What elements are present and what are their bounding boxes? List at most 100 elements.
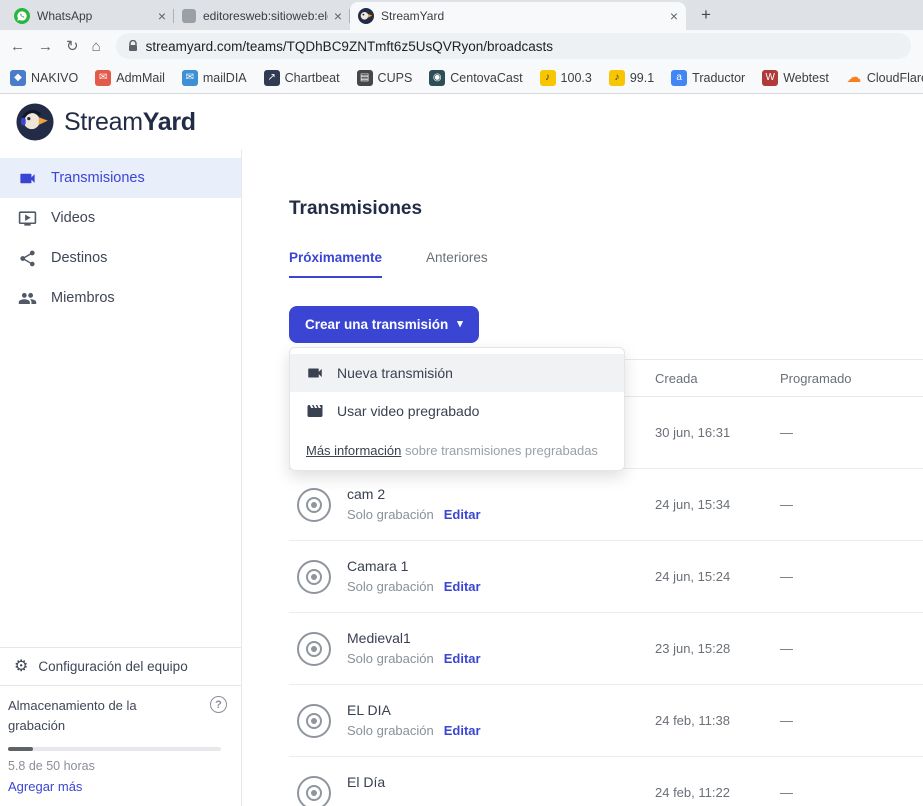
menu-item-video-pregrabado[interactable]: Usar video pregrabado bbox=[290, 392, 624, 430]
sidebar-item-destinos[interactable]: Destinos bbox=[0, 238, 241, 278]
tab-title: StreamYard bbox=[381, 9, 664, 23]
forward-icon[interactable]: → bbox=[38, 39, 53, 54]
edit-link[interactable]: Editar bbox=[444, 723, 481, 739]
centovacast-icon: ◉ bbox=[429, 70, 445, 86]
bookmark-chartbeat[interactable]: ↗Chartbeat bbox=[264, 70, 340, 86]
menu-item-label: Nueva transmisión bbox=[337, 365, 453, 381]
back-icon[interactable]: ← bbox=[10, 39, 25, 54]
scheduled-cell: — bbox=[780, 641, 923, 656]
table-row[interactable]: cam 2 Solo grabaciónEditar 24 jun, 15:34… bbox=[289, 469, 923, 541]
team-settings-label: Configuración del equipo bbox=[38, 659, 187, 674]
broadcast-subtitle: Solo grabación bbox=[347, 723, 434, 739]
new-tab-button[interactable]: + bbox=[694, 3, 718, 27]
bookmark-nakivo[interactable]: ◆ NAKIVO bbox=[10, 70, 78, 86]
tab-proximamente[interactable]: Próximamente bbox=[289, 250, 382, 278]
browser-window: WhatsApp × editoresweb:sitioweb:eldia.co… bbox=[0, 0, 923, 806]
record-icon bbox=[297, 632, 331, 666]
created-cell: 24 feb, 11:38 bbox=[655, 713, 780, 728]
close-icon[interactable]: × bbox=[334, 9, 342, 23]
broadcast-tabs: Próximamente Anteriores bbox=[289, 250, 923, 278]
create-broadcast-dropdown: Nueva transmisión Usar video pregrabado … bbox=[289, 347, 625, 471]
edit-link[interactable]: Editar bbox=[444, 651, 481, 667]
broadcast-subtitle: Solo grabación bbox=[347, 579, 434, 595]
sidebar-item-transmisiones[interactable]: Transmisiones bbox=[0, 158, 241, 198]
table-row[interactable]: El Día 24 feb, 11:22 — bbox=[289, 757, 923, 806]
tab-editoresweb[interactable]: editoresweb:sitioweb:eldia.co × bbox=[174, 2, 350, 30]
create-broadcast-button[interactable]: Crear una transmisión ▾ bbox=[289, 306, 479, 343]
add-more-link[interactable]: Agregar más bbox=[8, 779, 82, 794]
bookmark-label: CentovaCast bbox=[450, 71, 522, 85]
brand-stream: Stream bbox=[64, 108, 143, 136]
help-icon[interactable]: ? bbox=[210, 696, 227, 713]
dropdown-footer: Más información sobre transmisiones preg… bbox=[290, 430, 624, 460]
bookmark-webtest[interactable]: WWebtest bbox=[762, 70, 829, 86]
brand-wordmark: StreamYard bbox=[64, 108, 196, 137]
more-info-link[interactable]: Más información bbox=[306, 443, 401, 458]
bookmark-maildia[interactable]: ✉mailDIA bbox=[182, 70, 247, 86]
tab-streamyard[interactable]: StreamYard × bbox=[350, 2, 686, 30]
broadcast-title: El Día bbox=[347, 774, 385, 790]
scheduled-cell: — bbox=[780, 785, 923, 800]
table-row[interactable]: Camara 1 Solo grabaciónEditar 24 jun, 15… bbox=[289, 541, 923, 613]
scheduled-cell: — bbox=[780, 497, 923, 512]
bookmark-label: CloudFlare bbox=[867, 71, 923, 85]
sidebar-item-miembros[interactable]: Miembros bbox=[0, 278, 241, 318]
bookmark-traductor[interactable]: aTraductor bbox=[671, 70, 745, 86]
members-icon bbox=[18, 289, 37, 308]
broadcast-title: Camara 1 bbox=[347, 558, 481, 574]
close-icon[interactable]: × bbox=[158, 9, 166, 23]
sidebar-item-label: Miembros bbox=[51, 290, 115, 306]
edit-link[interactable]: Editar bbox=[444, 579, 481, 595]
lock-icon bbox=[128, 40, 138, 52]
bookmark-cloudflare[interactable]: ☁CloudFlare bbox=[846, 70, 923, 86]
storage-label: Almacenamiento de la grabación bbox=[8, 696, 163, 735]
sidebar-item-label: Transmisiones bbox=[51, 170, 145, 186]
tab-whatsapp[interactable]: WhatsApp × bbox=[6, 2, 174, 30]
bookmark-label: Webtest bbox=[783, 71, 829, 85]
sidebar-item-label: Videos bbox=[51, 210, 95, 226]
page-title: Transmisiones bbox=[289, 198, 923, 220]
header-scheduled: Programado bbox=[780, 371, 923, 386]
bookmark-100-3[interactable]: ♪100.3 bbox=[540, 70, 592, 86]
home-icon[interactable]: ⌂ bbox=[92, 39, 101, 54]
nakivo-icon: ◆ bbox=[10, 70, 26, 86]
bookmark-cups[interactable]: ▤CUPS bbox=[357, 70, 413, 86]
table-row[interactable]: Medieval1 Solo grabaciónEditar 23 jun, 1… bbox=[289, 613, 923, 685]
browser-toolbar: ← → ↻ ⌂ streamyard.com/teams/TQDhBC9ZNTm… bbox=[0, 30, 923, 62]
tab-title: editoresweb:sitioweb:eldia.co bbox=[203, 9, 328, 23]
edit-link[interactable]: Editar bbox=[444, 507, 481, 523]
bookmark-label: NAKIVO bbox=[31, 71, 78, 85]
close-icon[interactable]: × bbox=[670, 9, 678, 23]
create-broadcast-label: Crear una transmisión bbox=[305, 317, 448, 332]
sidebar-item-videos[interactable]: Videos bbox=[0, 198, 241, 238]
streamyard-duck-logo-icon bbox=[16, 103, 54, 141]
menu-item-label: Usar video pregrabado bbox=[337, 403, 479, 419]
clapperboard-icon bbox=[306, 402, 324, 420]
site-favicon bbox=[182, 9, 196, 23]
scheduled-cell: — bbox=[780, 425, 923, 440]
dropdown-footer-text: sobre transmisiones pregrabadas bbox=[401, 443, 598, 458]
sidebar-footer: ⚙ Configuración del equipo Almacenamient… bbox=[0, 647, 241, 806]
bookmark-99-1[interactable]: ♪99.1 bbox=[609, 70, 654, 86]
storage-progress-bar bbox=[8, 747, 221, 751]
broadcast-title: cam 2 bbox=[347, 486, 481, 502]
bookmark-admmail[interactable]: ✉AdmMail bbox=[95, 70, 165, 86]
address-bar[interactable]: streamyard.com/teams/TQDhBC9ZNTmft6z5UsQ… bbox=[116, 33, 911, 59]
team-settings-button[interactable]: ⚙ Configuración del equipo bbox=[0, 647, 241, 685]
reload-icon[interactable]: ↻ bbox=[66, 39, 79, 54]
bookmark-centovacast[interactable]: ◉ CentovaCast bbox=[429, 70, 522, 86]
translate-icon: a bbox=[671, 70, 687, 86]
browser-tab-strip: WhatsApp × editoresweb:sitioweb:eldia.co… bbox=[0, 0, 923, 30]
bookmark-label: 100.3 bbox=[561, 71, 592, 85]
streamyard-logo[interactable]: StreamYard bbox=[0, 94, 923, 150]
broadcast-title: EL DIA bbox=[347, 702, 481, 718]
table-row[interactable]: EL DIA Solo grabación Editar 24 feb, 11:3… bbox=[289, 685, 923, 757]
menu-item-nueva-transmision[interactable]: Nueva transmisión bbox=[290, 354, 624, 392]
bookmark-label: mailDIA bbox=[203, 71, 247, 85]
record-icon bbox=[297, 704, 331, 738]
scheduled-cell: — bbox=[780, 713, 923, 728]
bookmark-label: CUPS bbox=[378, 71, 413, 85]
bookmark-label: Chartbeat bbox=[285, 71, 340, 85]
tab-anteriores[interactable]: Anteriores bbox=[426, 250, 488, 278]
sidebar: Transmisiones Videos Destinos Miembros ⚙… bbox=[0, 150, 242, 806]
